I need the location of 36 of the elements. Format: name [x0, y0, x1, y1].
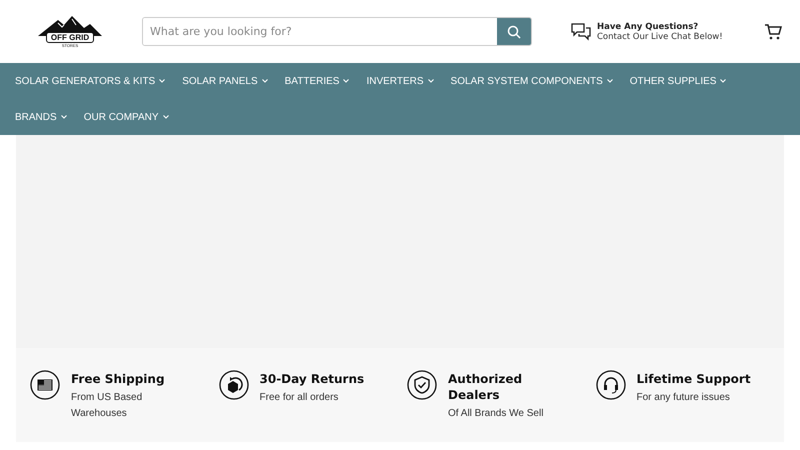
caret-icon — [159, 79, 166, 83]
feature-text: For any future issues — [636, 391, 731, 405]
chat-icon — [571, 22, 591, 40]
caret-icon — [606, 79, 613, 83]
nav-item[interactable]: SOLAR SYSTEM COMPONENTS — [450, 63, 613, 99]
nav-item[interactable]: SOLAR PANELS — [182, 63, 268, 99]
search-icon — [507, 24, 521, 38]
caret-icon — [343, 79, 350, 83]
feature-title: Lifetime Support — [636, 371, 751, 387]
feature-text: Of All Brands We Sell — [448, 407, 544, 421]
flag-icon — [30, 370, 60, 400]
feature-text: From US Based Warehouses — [71, 391, 144, 421]
caret-icon — [162, 115, 169, 119]
nav-item[interactable]: BRANDS — [15, 99, 67, 135]
feature-text: Free for all orders — [260, 391, 340, 405]
shield-check-icon — [407, 370, 437, 400]
feature-title: 30-Day Returns — [260, 371, 364, 387]
nav-item[interactable]: SOLAR GENERATORS & KITS — [15, 63, 166, 99]
nav-item[interactable]: INVERTERS — [366, 63, 434, 99]
nav-item[interactable]: BATTERIES — [284, 63, 350, 99]
caret-icon — [262, 79, 268, 83]
headset-icon — [596, 370, 626, 400]
feature-title: Free Shipping — [71, 371, 166, 387]
cart-icon[interactable] — [764, 24, 782, 40]
nav-item[interactable]: OUR COMPANY — [84, 99, 169, 135]
search-button[interactable] — [497, 18, 531, 45]
help-link[interactable]: Contact Our Live Chat Below! — [597, 32, 723, 42]
search-field[interactable]: What are you looking for? — [142, 17, 532, 46]
help-title: Have Any Questions? — [597, 22, 700, 32]
caret-icon — [720, 79, 726, 83]
feature-title: Authorized Dealers — [448, 371, 524, 403]
return-box-icon — [218, 370, 248, 400]
nav-item[interactable]: OTHER SUPPLIES — [630, 63, 726, 99]
caret-icon — [428, 79, 434, 83]
caret-icon — [60, 115, 67, 119]
logo-title: OFF GRID — [46, 32, 94, 42]
